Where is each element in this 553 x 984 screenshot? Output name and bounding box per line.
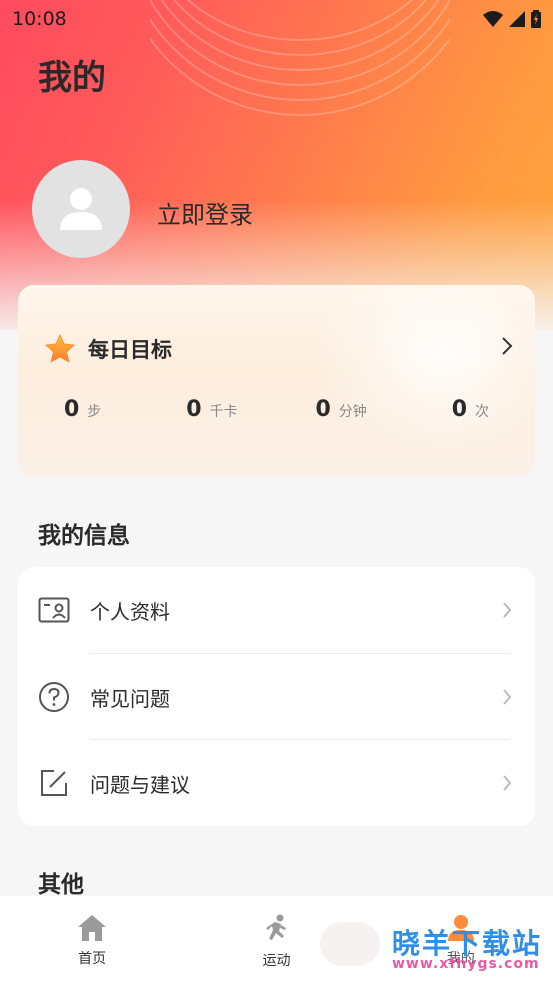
page-title: 我的 <box>38 58 106 98</box>
status-bar: 10:08 <box>0 0 553 38</box>
stat-value: 0 <box>186 397 202 422</box>
tab-sport[interactable]: 运动 <box>184 896 368 984</box>
edit-note-icon <box>38 767 70 799</box>
card-glow <box>315 285 535 455</box>
status-icons <box>483 10 541 28</box>
other-title: 其他 <box>38 872 84 898</box>
battery-icon <box>531 10 541 28</box>
chevron-right-icon <box>503 602 512 618</box>
home-icon <box>78 915 107 941</box>
stat-unit: 次 <box>475 404 490 420</box>
tab-label: 我的 <box>446 951 475 967</box>
tab-mine[interactable]: 我的 <box>369 896 553 984</box>
menu-item-feedback[interactable]: 问题与建议 <box>18 740 535 826</box>
stat-unit: 分钟 <box>338 404 367 420</box>
chevron-right-icon <box>503 689 512 705</box>
stat-unit: 步 <box>87 404 102 420</box>
menu-item-faq[interactable]: 常见问题 <box>18 654 535 740</box>
daily-goal-header[interactable]: 每日目标 <box>44 333 514 365</box>
menu-item-label: 个人资料 <box>90 599 170 624</box>
question-circle-icon <box>38 681 70 713</box>
running-icon <box>266 914 287 940</box>
tab-home[interactable]: 首页 <box>0 896 184 984</box>
tab-label: 运动 <box>262 953 291 969</box>
tab-label: 首页 <box>78 951 107 967</box>
stat-times: 0 次 <box>406 397 535 422</box>
status-time: 10:08 <box>12 8 67 30</box>
stat-minutes: 0 分钟 <box>277 397 406 422</box>
wifi-icon <box>483 11 503 27</box>
daily-goal-stats: 0 步 0 千卡 0 分钟 0 次 <box>18 397 535 422</box>
menu-item-profile[interactable]: 个人资料 <box>18 567 535 653</box>
menu-item-label: 常见问题 <box>90 686 170 711</box>
user-avatar-icon <box>60 188 102 230</box>
profile-card-icon <box>38 594 70 626</box>
daily-goal-card: 每日目标 0 步 0 千卡 0 分钟 0 次 <box>18 285 535 477</box>
chevron-right-icon <box>502 337 513 355</box>
menu-item-label: 问题与建议 <box>90 772 190 797</box>
my-info-title: 我的信息 <box>38 523 130 549</box>
bottom-tab-bar: 首页 运动 我的 <box>0 896 553 984</box>
stat-calories: 0 千卡 <box>147 397 276 422</box>
profile-icon <box>447 915 474 941</box>
daily-goal-title: 每日目标 <box>88 338 172 362</box>
avatar[interactable] <box>32 160 130 258</box>
stat-value: 0 <box>451 397 468 422</box>
signal-icon <box>509 11 525 27</box>
my-info-card: 个人资料 常见问题 问题与建议 <box>18 567 535 826</box>
chevron-right-icon <box>503 775 512 791</box>
stat-value: 0 <box>63 397 80 422</box>
stat-value: 0 <box>315 397 331 422</box>
stat-steps: 0 步 <box>18 397 147 422</box>
login-button[interactable]: 立即登录 <box>157 195 253 230</box>
star-icon <box>45 334 75 363</box>
stat-unit: 千卡 <box>209 404 238 420</box>
